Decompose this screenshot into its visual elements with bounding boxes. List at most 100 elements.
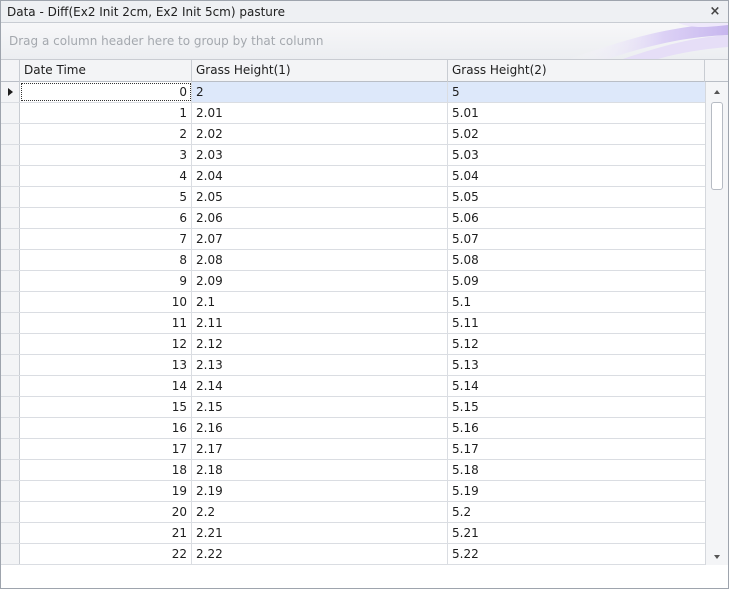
table-row[interactable]: 025 <box>1 82 705 103</box>
table-row[interactable]: 8 2.08 5.08 <box>1 250 705 271</box>
column-header-date-time[interactable]: Date Time <box>20 60 192 82</box>
cell-grass-height-1[interactable]: 2.18 <box>192 460 448 480</box>
cell-grass-height-1[interactable]: 2.09 <box>192 271 448 291</box>
cell-grass-height-1[interactable]: 2.06 <box>192 208 448 228</box>
table-row[interactable]: 2 2.02 5.02 <box>1 124 705 145</box>
row-indicator[interactable] <box>1 313 20 333</box>
cell-date-time[interactable]: 6 <box>20 208 192 228</box>
cell-grass-height-2[interactable]: 5.14 <box>448 376 705 396</box>
row-indicator[interactable] <box>1 103 20 123</box>
row-indicator[interactable] <box>1 334 20 354</box>
table-row[interactable]: 18 2.18 5.18 <box>1 460 705 481</box>
row-indicator[interactable] <box>1 397 20 417</box>
cell-grass-height-2[interactable]: 5 <box>448 82 705 102</box>
cell-grass-height-1[interactable]: 2.13 <box>192 355 448 375</box>
cell-date-time[interactable]: 19 <box>20 481 192 501</box>
row-indicator[interactable] <box>1 439 20 459</box>
table-row[interactable]: 12 2.12 5.12 <box>1 334 705 355</box>
cell-grass-height-1[interactable]: 2.03 <box>192 145 448 165</box>
cell-grass-height-2[interactable]: 5.22 <box>448 544 705 564</box>
cell-grass-height-1[interactable]: 2.01 <box>192 103 448 123</box>
table-row[interactable]: 16 2.16 5.16 <box>1 418 705 439</box>
row-indicator[interactable] <box>1 250 20 270</box>
scrollbar-thumb[interactable] <box>711 102 723 190</box>
row-indicator[interactable] <box>1 271 20 291</box>
cell-grass-height-1[interactable]: 2.22 <box>192 544 448 564</box>
cell-grass-height-2[interactable]: 5.1 <box>448 292 705 312</box>
table-row[interactable]: 10 2.1 5.1 <box>1 292 705 313</box>
cell-grass-height-2[interactable]: 5.18 <box>448 460 705 480</box>
cell-grass-height-2[interactable]: 5.21 <box>448 523 705 543</box>
cell-date-time[interactable]: 0 <box>20 82 192 102</box>
cell-grass-height-1[interactable]: 2.02 <box>192 124 448 144</box>
cell-grass-height-1[interactable]: 2.14 <box>192 376 448 396</box>
row-indicator[interactable] <box>1 355 20 375</box>
table-row[interactable]: 14 2.14 5.14 <box>1 376 705 397</box>
row-indicator[interactable] <box>1 145 20 165</box>
cell-grass-height-2[interactable]: 5.02 <box>448 124 705 144</box>
scroll-down-icon[interactable] <box>706 549 728 565</box>
cell-grass-height-1[interactable]: 2.05 <box>192 187 448 207</box>
cell-date-time[interactable]: 11 <box>20 313 192 333</box>
row-indicator[interactable] <box>1 124 20 144</box>
cell-grass-height-1[interactable]: 2.11 <box>192 313 448 333</box>
cell-grass-height-2[interactable]: 5.07 <box>448 229 705 249</box>
cell-grass-height-2[interactable]: 5.13 <box>448 355 705 375</box>
table-row[interactable]: 4 2.04 5.04 <box>1 166 705 187</box>
row-indicator[interactable] <box>1 376 20 396</box>
cell-date-time[interactable]: 10 <box>20 292 192 312</box>
cell-grass-height-2[interactable]: 5.06 <box>448 208 705 228</box>
close-icon[interactable]: × <box>708 5 722 19</box>
column-header-grass-height-1[interactable]: Grass Height(1) <box>192 60 448 82</box>
cell-grass-height-2[interactable]: 5.01 <box>448 103 705 123</box>
row-indicator[interactable] <box>1 187 20 207</box>
row-indicator[interactable] <box>1 460 20 480</box>
table-row[interactable]: 5 2.05 5.05 <box>1 187 705 208</box>
cell-grass-height-1[interactable]: 2.21 <box>192 523 448 543</box>
cell-grass-height-1[interactable]: 2.16 <box>192 418 448 438</box>
row-indicator[interactable] <box>1 481 20 501</box>
column-header-grass-height-2[interactable]: Grass Height(2) <box>448 60 705 82</box>
cell-grass-height-2[interactable]: 5.15 <box>448 397 705 417</box>
row-indicator[interactable] <box>1 208 20 228</box>
cell-date-time[interactable]: 5 <box>20 187 192 207</box>
cell-date-time[interactable]: 14 <box>20 376 192 396</box>
cell-grass-height-1[interactable]: 2.19 <box>192 481 448 501</box>
table-row[interactable]: 17 2.17 5.17 <box>1 439 705 460</box>
cell-date-time[interactable]: 7 <box>20 229 192 249</box>
cell-grass-height-2[interactable]: 5.12 <box>448 334 705 354</box>
cell-grass-height-1[interactable]: 2.12 <box>192 334 448 354</box>
cell-date-time[interactable]: 8 <box>20 250 192 270</box>
row-indicator[interactable] <box>1 166 20 186</box>
cell-grass-height-1[interactable]: 2 <box>192 82 448 102</box>
cell-grass-height-2[interactable]: 5.03 <box>448 145 705 165</box>
cell-date-time[interactable]: 4 <box>20 166 192 186</box>
cell-date-time[interactable]: 18 <box>20 460 192 480</box>
cell-grass-height-1[interactable]: 2.2 <box>192 502 448 522</box>
cell-date-time[interactable]: 1 <box>20 103 192 123</box>
cell-grass-height-2[interactable]: 5.08 <box>448 250 705 270</box>
table-row[interactable]: 19 2.19 5.19 <box>1 481 705 502</box>
cell-grass-height-2[interactable]: 5.19 <box>448 481 705 501</box>
cell-grass-height-2[interactable]: 5.2 <box>448 502 705 522</box>
table-row[interactable]: 3 2.03 5.03 <box>1 145 705 166</box>
scroll-up-icon[interactable] <box>706 84 728 100</box>
table-row[interactable]: 7 2.07 5.07 <box>1 229 705 250</box>
cell-date-time[interactable]: 16 <box>20 418 192 438</box>
cell-date-time[interactable]: 9 <box>20 271 192 291</box>
cell-date-time[interactable]: 13 <box>20 355 192 375</box>
cell-grass-height-2[interactable]: 5.11 <box>448 313 705 333</box>
cell-grass-height-2[interactable]: 5.17 <box>448 439 705 459</box>
row-indicator[interactable] <box>1 418 20 438</box>
cell-grass-height-1[interactable]: 2.15 <box>192 397 448 417</box>
cell-grass-height-1[interactable]: 2.08 <box>192 250 448 270</box>
cell-date-time[interactable]: 20 <box>20 502 192 522</box>
cell-date-time[interactable]: 3 <box>20 145 192 165</box>
table-row[interactable]: 22 2.22 5.22 <box>1 544 705 565</box>
row-indicator[interactable] <box>1 82 20 102</box>
table-row[interactable]: 15 2.15 5.15 <box>1 397 705 418</box>
cell-date-time[interactable]: 2 <box>20 124 192 144</box>
cell-grass-height-1[interactable]: 2.1 <box>192 292 448 312</box>
cell-grass-height-2[interactable]: 5.04 <box>448 166 705 186</box>
table-row[interactable]: 9 2.09 5.09 <box>1 271 705 292</box>
